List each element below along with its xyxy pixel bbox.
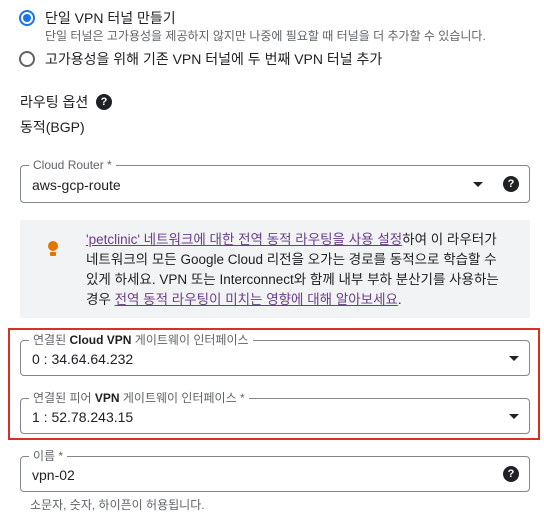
- single-tunnel-label[interactable]: 단일 VPN 터널 만들기: [45, 9, 176, 27]
- single-tunnel-description: 단일 터널은 고가용성을 제공하지 않지만 나중에 필요할 때 터널을 더 추가…: [45, 29, 486, 43]
- name-input[interactable]: 이름 * vpn-02 ?: [20, 449, 530, 492]
- lightbulb-icon: [48, 241, 58, 257]
- cloud-router-select[interactable]: Cloud Router * aws-gcp-route ?: [20, 158, 530, 203]
- enable-global-routing-link[interactable]: 'petclinic' 네트워크에 대한 전역 동적 라우팅을 사용 설정: [86, 232, 402, 247]
- cloud-router-value: aws-gcp-route: [32, 177, 121, 193]
- cloud-vpn-interface-value: 0 : 34.64.64.232: [32, 351, 134, 367]
- second-tunnel-label[interactable]: 고가용성을 위해 기존 VPN 터널에 두 번째 VPN 터널 추가: [45, 50, 382, 68]
- radio-single-tunnel[interactable]: [19, 10, 35, 26]
- help-icon[interactable]: ?: [503, 466, 519, 482]
- help-icon[interactable]: ?: [503, 176, 519, 192]
- info-text-4-suffix: .: [397, 292, 402, 307]
- chevron-down-icon: [509, 414, 519, 419]
- cloud-vpn-interface-label: 연결된 Cloud VPN 게이트웨이 인터페이스: [29, 333, 253, 347]
- info-text-1: 하여 이 라우터가: [402, 232, 497, 247]
- radio-second-tunnel[interactable]: [19, 51, 35, 67]
- peer-vpn-interface-select[interactable]: 연결된 피어 VPN 게이트웨이 인터페이스 * 1 : 52.78.243.1…: [20, 391, 530, 434]
- routing-options-label: 라우팅 옵션: [20, 94, 89, 110]
- name-label: 이름 *: [29, 449, 68, 463]
- help-icon[interactable]: ?: [96, 94, 112, 110]
- chevron-down-icon: [509, 356, 519, 361]
- learn-more-link[interactable]: 전역 동적 라우팅이 미치는 영향에 대해 알아보세요: [115, 292, 398, 307]
- cloud-router-label: Cloud Router *: [29, 158, 116, 172]
- name-hint: 소문자, 숫자, 하이픈이 허용됩니다.: [30, 498, 205, 512]
- info-text-2: 네트워크의 모든 Google Cloud 리전을 오가는 경로를 동적으로 학…: [86, 252, 497, 267]
- info-box: 'petclinic' 네트워크에 대한 전역 동적 라우팅을 사용 설정하여 …: [20, 220, 530, 318]
- info-text-4-prefix: 경우: [86, 292, 115, 307]
- info-text-3: 있게 하세요. VPN 또는 Interconnect와 함께 내부 부하 분산…: [86, 272, 499, 287]
- peer-vpn-interface-label: 연결된 피어 VPN 게이트웨이 인터페이스 *: [29, 391, 249, 405]
- info-text: 'petclinic' 네트워크에 대한 전역 동적 라우팅을 사용 설정하여 …: [86, 230, 526, 310]
- peer-vpn-interface-value: 1 : 52.78.243.15: [32, 409, 134, 425]
- name-value: vpn-02: [32, 467, 75, 483]
- chevron-down-icon: [473, 182, 483, 187]
- cloud-vpn-interface-select[interactable]: 연결된 Cloud VPN 게이트웨이 인터페이스 0 : 34.64.64.2…: [20, 333, 530, 376]
- routing-value: 동적(BGP): [20, 119, 85, 135]
